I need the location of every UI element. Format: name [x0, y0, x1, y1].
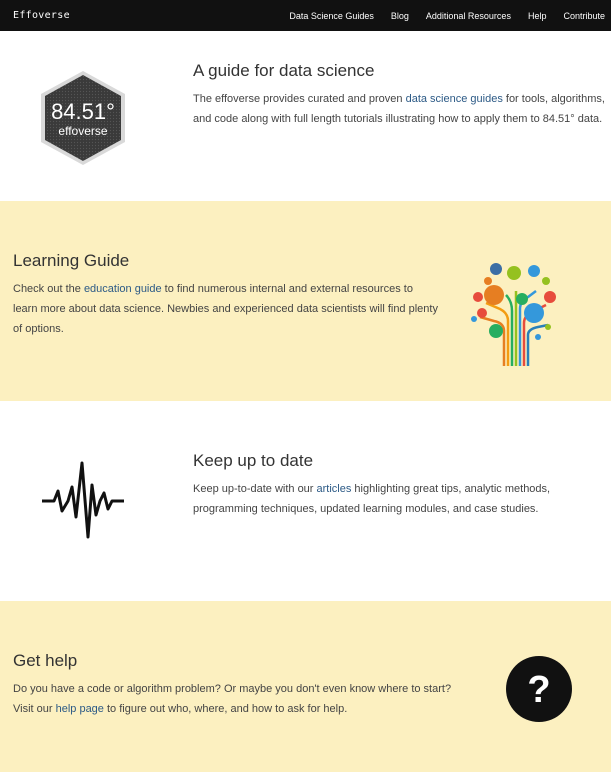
- brand-link[interactable]: Effoverse: [13, 10, 70, 21]
- effoverse-hexagon-logo-icon: 84.51° effoverse: [37, 69, 129, 172]
- nav-additional-resources[interactable]: Additional Resources: [426, 11, 511, 21]
- nav-links: Data Science Guides Blog Additional Reso…: [272, 11, 605, 21]
- logo-line1: 84.51°: [51, 99, 115, 124]
- help-description: Do you have a code or algorithm problem?…: [13, 683, 452, 715]
- top-navbar: Effoverse Data Science Guides Blog Addit…: [0, 0, 611, 31]
- update-title: Keep up to date: [193, 451, 314, 470]
- nav-data-science-guides[interactable]: Data Science Guides: [289, 11, 374, 21]
- update-section: Keep up to date Keep up-to-date with our…: [0, 401, 611, 601]
- nav-blog[interactable]: Blog: [391, 11, 409, 21]
- question-mark-glyph: ?: [527, 669, 550, 711]
- learning-description: Check out the education guide to find nu…: [13, 283, 438, 335]
- education-guide-link[interactable]: education guide: [84, 283, 162, 295]
- articles-link[interactable]: articles: [317, 483, 352, 495]
- pulse-waveform-icon: [40, 461, 126, 546]
- help-section: Get help Do you have a code or algorithm…: [0, 601, 611, 772]
- learning-title: Learning Guide: [13, 251, 130, 270]
- question-circle-icon: ?: [505, 655, 573, 728]
- guide-title: A guide for data science: [193, 61, 375, 80]
- data-science-guides-link[interactable]: data science guides: [406, 93, 503, 105]
- nav-contribute[interactable]: Contribute: [563, 11, 605, 21]
- guide-description: The effoverse provides curated and prove…: [193, 93, 605, 125]
- update-description: Keep up-to-date with our articles highli…: [193, 483, 551, 515]
- guide-section: 84.51° effoverse A guide for data scienc…: [0, 31, 611, 201]
- nav-help[interactable]: Help: [528, 11, 547, 21]
- logo-line2: effoverse: [58, 124, 107, 138]
- knowledge-tree-icon: [462, 251, 564, 374]
- help-page-link[interactable]: help page: [56, 703, 104, 715]
- help-title: Get help: [13, 651, 78, 670]
- learning-section: Learning Guide Check out the education g…: [0, 201, 611, 401]
